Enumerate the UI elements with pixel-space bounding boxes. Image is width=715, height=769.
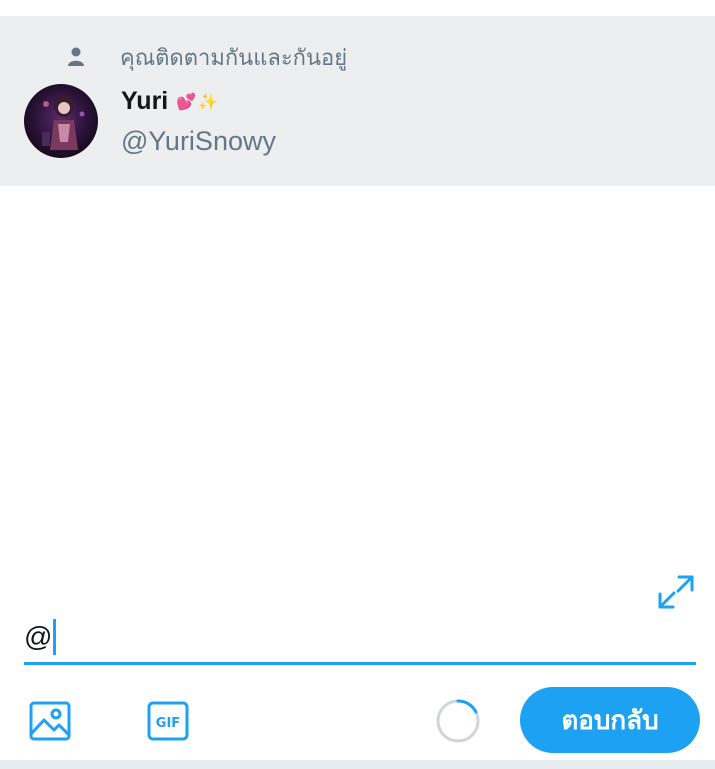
follow-status: คุณติดตามกันและกันอยู่ (66, 42, 347, 72)
reply-input-value: @ (24, 621, 53, 652)
sparkles-emoji: ✨ (198, 91, 219, 111)
compose-toolbar: GIF ตอบกลับ (0, 680, 715, 760)
expand-icon[interactable] (656, 573, 696, 611)
follow-status-text: คุณติดตามกันและกันอยู่ (120, 45, 348, 71)
display-name-text: Yuri (121, 86, 169, 115)
image-icon[interactable] (28, 700, 72, 742)
bottom-divider (0, 760, 715, 769)
reply-button[interactable]: ตอบกลับ (520, 687, 700, 753)
gif-icon[interactable]: GIF (146, 700, 190, 742)
compose-area[interactable] (0, 186, 715, 676)
input-underline (24, 662, 696, 665)
two-hearts-emoji: 💕 (176, 91, 197, 111)
user-handle: @YuriSnowy (121, 126, 276, 156)
reply-input[interactable]: @ (24, 612, 696, 662)
character-count-ring (434, 697, 482, 745)
top-divider (0, 0, 715, 16)
person-icon (66, 45, 86, 69)
gif-label: GIF (156, 716, 180, 731)
mention-suggestion[interactable]: คุณติดตามกันและกันอยู่ Yuri 💕 ✨ @YuriSno… (0, 16, 715, 186)
display-name: Yuri 💕 ✨ (121, 84, 220, 118)
avatar (24, 84, 98, 158)
text-caret (53, 619, 57, 655)
